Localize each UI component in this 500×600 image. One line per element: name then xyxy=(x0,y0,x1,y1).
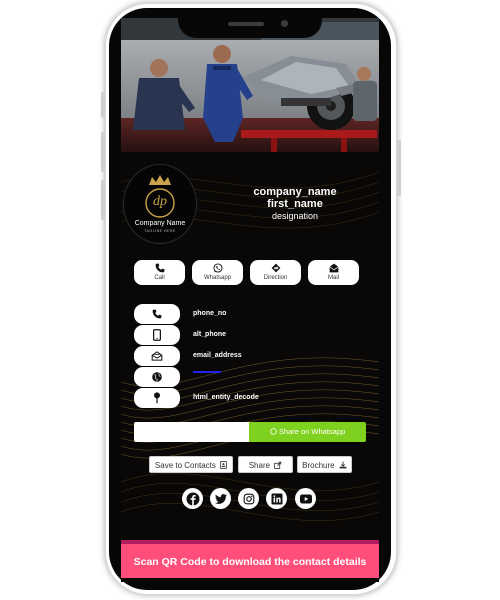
brochure-label: Brochure xyxy=(302,461,335,470)
designation: designation xyxy=(271,211,319,221)
direction-button[interactable]: Direction xyxy=(250,260,301,285)
share-on-whatsapp-label: Share on Whatsapp xyxy=(278,427,346,436)
logo-initials: dp xyxy=(153,194,167,209)
mail-button[interactable]: Mail xyxy=(308,260,359,285)
facebook-button[interactable] xyxy=(182,488,203,509)
company-logo: dp Company Name TAGLINE HERE xyxy=(123,164,197,244)
envelope-open-icon xyxy=(151,351,163,361)
linkedin-icon xyxy=(271,493,282,504)
address: html_entity_decode xyxy=(193,394,259,401)
twitter-button[interactable] xyxy=(210,488,231,509)
globe-icon xyxy=(152,372,162,382)
phone-icon xyxy=(155,263,164,273)
instagram-icon xyxy=(243,493,254,504)
website-link[interactable] xyxy=(193,371,221,373)
contact-row-address[interactable]: html_entity_decode xyxy=(134,388,374,408)
whatsapp-icon xyxy=(212,263,223,273)
qr-download-banner[interactable]: Scan QR Code to download the contact det… xyxy=(121,544,379,578)
map-pin-icon xyxy=(154,392,160,404)
contact-row-alt-phone[interactable]: alt_phone xyxy=(134,325,374,345)
mobile-icon xyxy=(153,329,161,341)
phone-icon xyxy=(152,309,162,319)
whatsapp-icon xyxy=(270,428,277,435)
download-icon xyxy=(339,461,347,469)
contact-row-email[interactable]: email_address xyxy=(134,346,374,366)
share-on-whatsapp-button[interactable]: Share on Whatsapp xyxy=(249,422,366,442)
call-button[interactable]: Call xyxy=(134,260,185,285)
screen: dp Company Name TAGLINE HERE company_nam… xyxy=(121,18,379,582)
share-icon xyxy=(274,461,282,469)
share-button[interactable]: Share xyxy=(238,456,293,473)
phone-side-button xyxy=(101,180,105,220)
direction-label: Direction xyxy=(263,275,288,281)
whatsapp-label: Whatsapp xyxy=(203,275,231,281)
save-to-contacts-button[interactable]: Save to Contacts xyxy=(149,456,233,473)
call-label: Call xyxy=(154,275,165,281)
whatsapp-number-input[interactable] xyxy=(134,422,249,442)
mail-icon xyxy=(328,263,339,273)
contact-row-phone[interactable]: phone_no xyxy=(134,304,374,324)
alt-phone: alt_phone xyxy=(193,331,227,338)
cover-image xyxy=(121,18,379,152)
front-camera xyxy=(281,20,288,27)
contact-card-icon xyxy=(220,461,227,469)
facebook-icon xyxy=(186,492,199,505)
twitter-icon xyxy=(214,493,227,504)
share-label: Share xyxy=(248,461,271,470)
youtube-button[interactable] xyxy=(295,488,316,509)
contact-row-website[interactable] xyxy=(134,367,374,387)
logo-tagline: TAGLINE HERE xyxy=(144,229,176,233)
save-to-contacts-label: Save to Contacts xyxy=(154,461,216,470)
youtube-icon xyxy=(299,494,312,503)
profile-identity: company_name first_name designation xyxy=(241,186,349,222)
logo-title: Company Name xyxy=(134,220,186,227)
whatsapp-button[interactable]: Whatsapp xyxy=(192,260,243,285)
mail-label: Mail xyxy=(327,275,339,281)
direction-icon xyxy=(271,263,280,273)
first-name: first_name xyxy=(267,198,323,210)
phone-side-button xyxy=(101,132,105,172)
phone-side-button xyxy=(397,140,401,196)
company-name: company_name xyxy=(253,186,337,198)
phone-number: phone_no xyxy=(193,310,227,317)
linkedin-button[interactable] xyxy=(266,488,287,509)
email-address: email_address xyxy=(193,352,242,359)
speaker-grille xyxy=(228,22,264,26)
instagram-button[interactable] xyxy=(238,488,259,509)
phone-side-button xyxy=(101,92,105,118)
brochure-button[interactable]: Brochure xyxy=(297,456,352,473)
